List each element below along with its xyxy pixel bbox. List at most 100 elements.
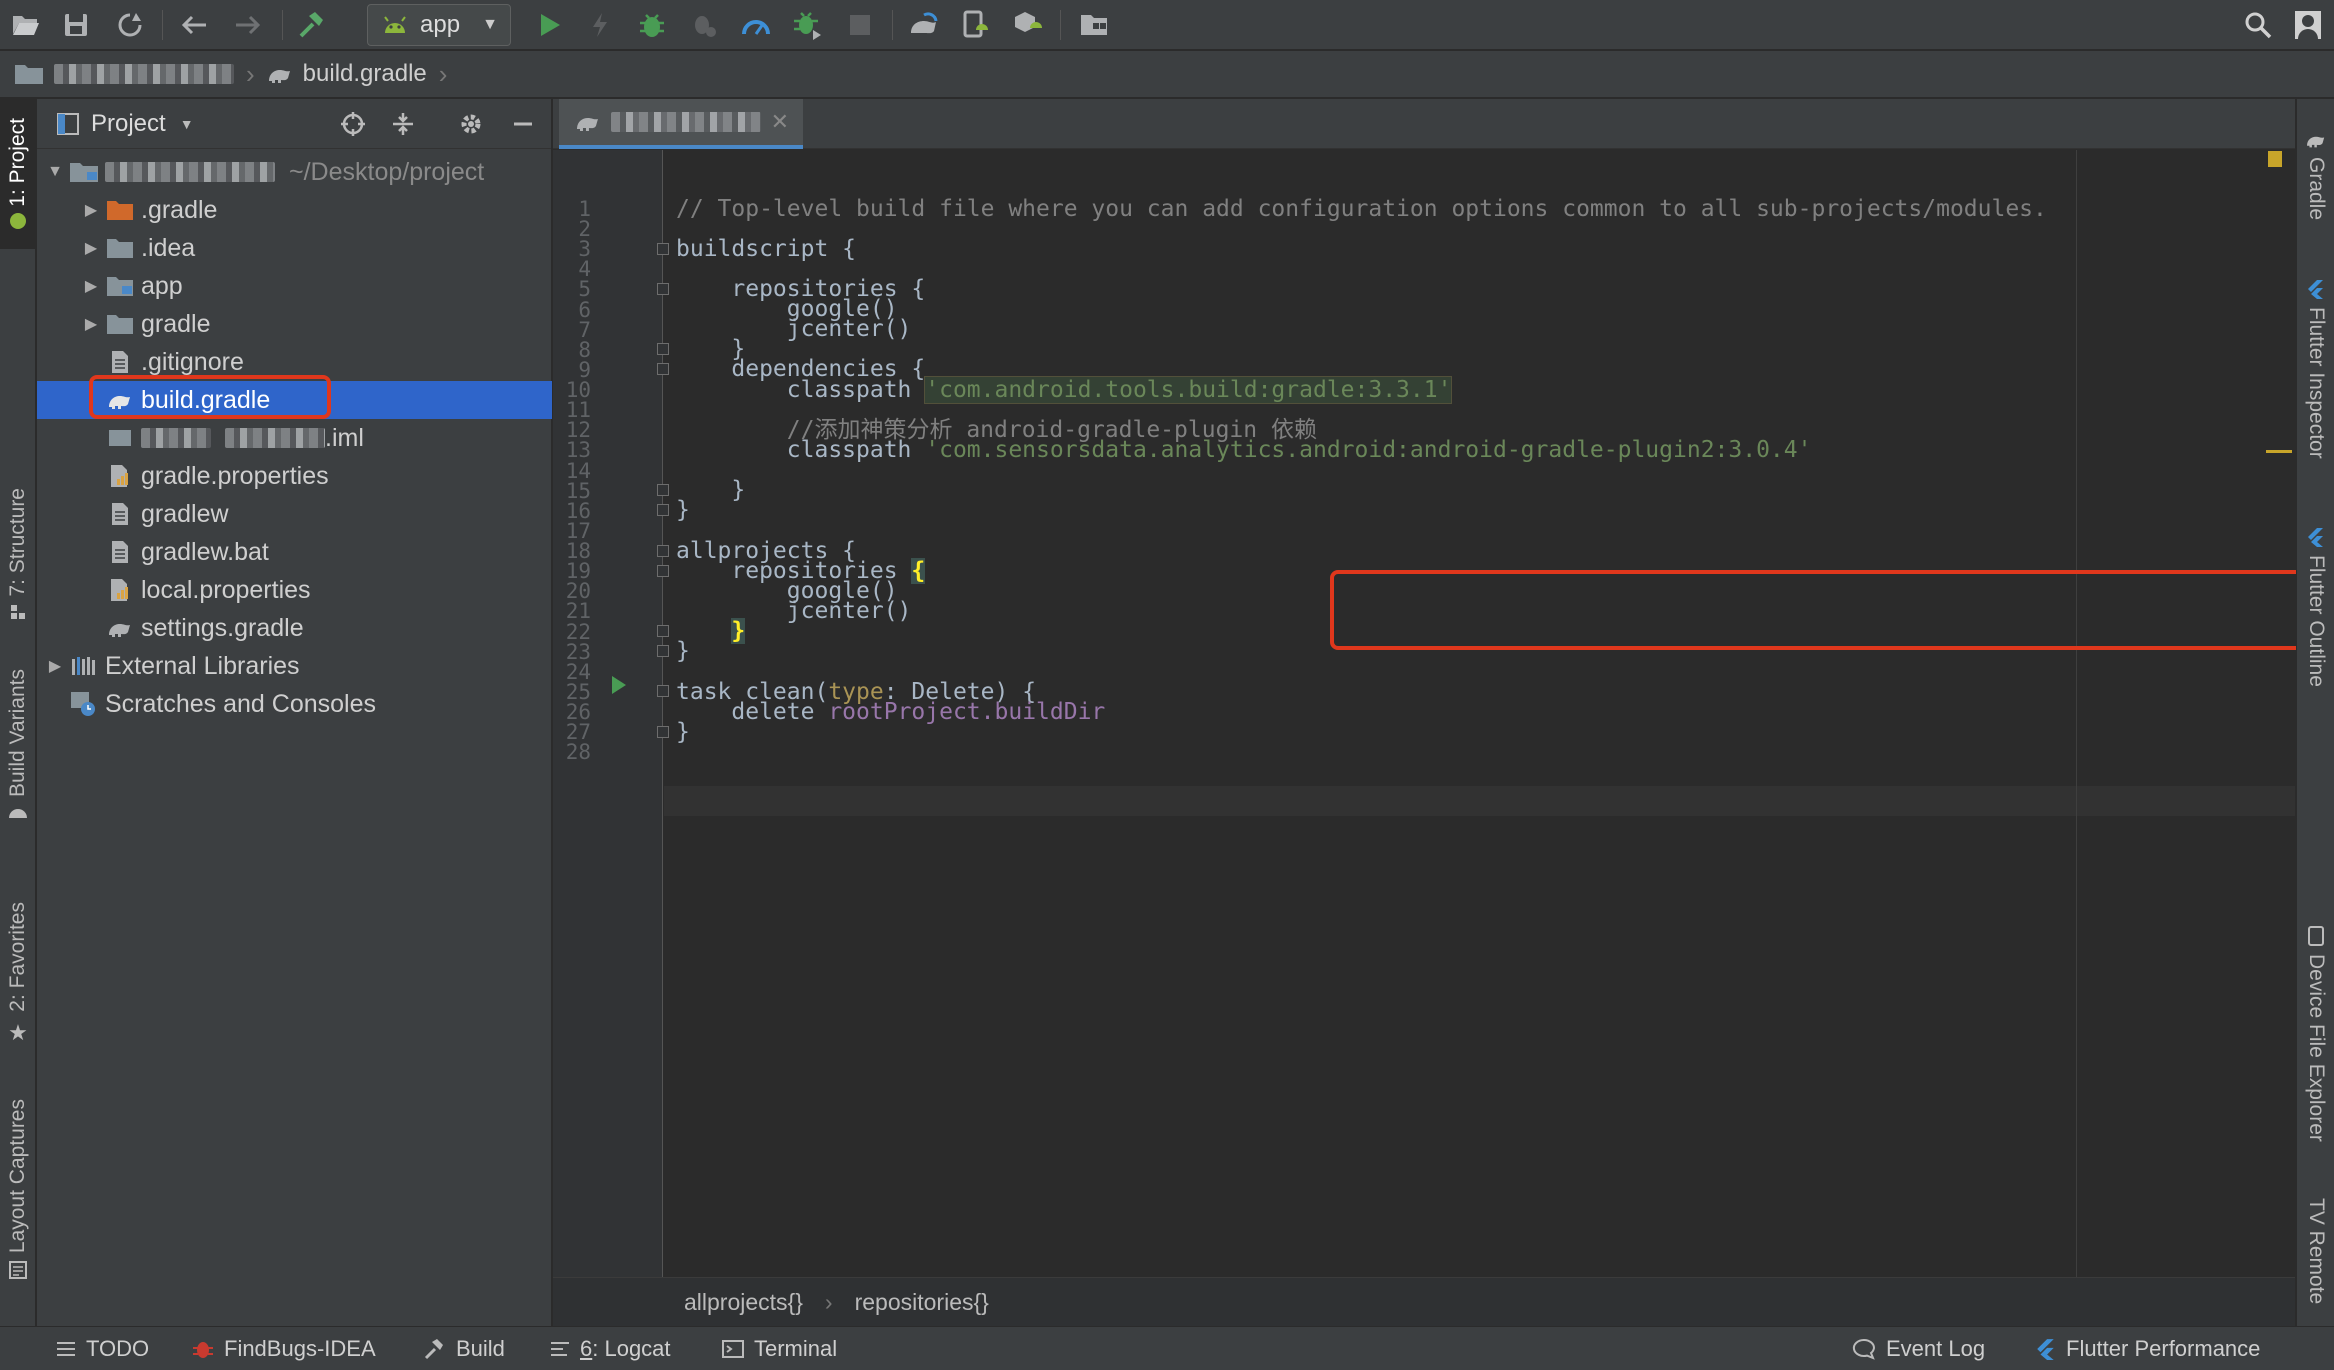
- flutter-icon: [2037, 1339, 2054, 1360]
- editor-crumb[interactable]: allprojects{}: [684, 1289, 803, 1316]
- tool-tab-project[interactable]: 1: Project: [0, 99, 36, 249]
- tree-item-idea[interactable]: ▶ .idea: [37, 229, 552, 267]
- fold-marker[interactable]: [657, 685, 669, 697]
- run-configuration-select[interactable]: app ▼: [367, 4, 511, 46]
- breadcrumb-file-label: build.gradle: [302, 60, 427, 87]
- code-line-26[interactable]: delete rootProject.buildDir: [676, 697, 1105, 727]
- tool-tab-gradle[interactable]: Gradle: [2297, 111, 2334, 241]
- run-icon[interactable]: [530, 5, 570, 45]
- profile-icon[interactable]: [736, 5, 776, 45]
- tree-item-label: gradle.properties: [141, 461, 329, 490]
- open-folder-icon[interactable]: [6, 5, 46, 45]
- gradle-file-icon: [105, 616, 135, 640]
- fold-marker[interactable]: [657, 363, 669, 375]
- run-gutter-icon[interactable]: [612, 676, 626, 694]
- fold-marker[interactable]: [657, 504, 669, 516]
- code-line-13[interactable]: classpath 'com.sensorsdata.analytics.and…: [676, 435, 1812, 465]
- build-hammer-icon[interactable]: [292, 5, 332, 45]
- tool-tab-flutter-inspector[interactable]: Flutter Inspector: [2297, 264, 2334, 474]
- project-panel-title[interactable]: Project: [91, 110, 166, 138]
- stop-icon[interactable]: [840, 5, 880, 45]
- code-line-23[interactable]: }: [676, 636, 690, 666]
- save-icon[interactable]: [56, 5, 96, 45]
- gradle-sync-icon[interactable]: [904, 5, 944, 45]
- debug-icon[interactable]: [632, 5, 672, 45]
- avd-manager-icon[interactable]: [956, 5, 996, 45]
- editor-crumb[interactable]: repositories{}: [855, 1289, 989, 1316]
- attach-debugger-icon[interactable]: [684, 5, 724, 45]
- forward-icon[interactable]: [228, 5, 268, 45]
- tree-item-app[interactable]: ▶ app: [37, 267, 552, 305]
- fold-marker[interactable]: [657, 645, 669, 657]
- status-bar: TODO FindBugs-IDEA Build 6: Logcat Termi…: [0, 1326, 2334, 1370]
- tree-item-label: gradlew: [141, 499, 229, 528]
- code-line-3[interactable]: buildscript {: [676, 234, 856, 264]
- fold-marker[interactable]: [657, 565, 669, 577]
- tree-item-label: Scratches and Consoles: [105, 689, 376, 718]
- tool-tab-favorites[interactable]: 2: Favorites ★: [0, 889, 36, 1059]
- library-icon: [69, 654, 99, 678]
- build-tool-button[interactable]: Build: [424, 1327, 505, 1370]
- minimize-icon[interactable]: [507, 108, 539, 140]
- locate-file-icon[interactable]: [337, 108, 369, 140]
- event-log-tool-button[interactable]: Event Log: [1852, 1327, 1985, 1370]
- close-icon[interactable]: ✕: [771, 109, 789, 135]
- module-folder-icon: [69, 160, 99, 184]
- search-icon[interactable]: [2238, 5, 2278, 45]
- collapse-all-icon[interactable]: [387, 108, 419, 140]
- breadcrumb-file[interactable]: build.gradle: [267, 60, 427, 88]
- todo-tool-button[interactable]: TODO: [56, 1327, 149, 1370]
- code-line-1[interactable]: // Top-level build file where you can ad…: [676, 194, 2047, 224]
- scrollbar-marker[interactable]: [2266, 450, 2292, 453]
- tool-tab-structure[interactable]: 7: Structure: [0, 469, 36, 639]
- project-structure-icon[interactable]: [1074, 5, 1114, 45]
- code-line-16[interactable]: }: [676, 495, 690, 525]
- tool-tab-build-variants[interactable]: Build Variants: [0, 659, 36, 829]
- tree-item-local-properties[interactable]: local.properties: [37, 571, 552, 609]
- tree-item-settings-gradle[interactable]: settings.gradle: [37, 609, 552, 647]
- sync-icon[interactable]: [110, 5, 150, 45]
- flutter-performance-tool-button[interactable]: Flutter Performance: [2036, 1327, 2260, 1370]
- structure-icon: [11, 605, 25, 620]
- tool-tab-device-file-explorer[interactable]: Device File Explorer: [2297, 909, 2334, 1159]
- sdk-manager-icon[interactable]: [1008, 5, 1048, 45]
- apply-changes-icon[interactable]: [580, 5, 620, 45]
- tool-tab-flutter-outline[interactable]: Flutter Outline: [2297, 514, 2334, 699]
- tree-item-external-libraries[interactable]: ▶ External Libraries: [37, 647, 552, 685]
- breadcrumb-project[interactable]: [14, 62, 234, 86]
- tree-root[interactable]: ▼ ~/Desktop/project: [37, 153, 552, 191]
- layout-capture-icon: [9, 1261, 27, 1280]
- tree-item-scratches[interactable]: Scratches and Consoles: [37, 685, 552, 723]
- code-line-27[interactable]: }: [676, 717, 690, 747]
- fold-marker[interactable]: [657, 625, 669, 637]
- tree-item-gradle-properties[interactable]: gradle.properties: [37, 457, 552, 495]
- tree-item-iml[interactable]: .iml: [37, 419, 552, 457]
- tree-item-dot-gradle[interactable]: ▶ .gradle: [37, 191, 552, 229]
- fold-marker[interactable]: [657, 283, 669, 295]
- code-line-10[interactable]: classpath 'com.android.tools.build:gradl…: [676, 375, 1453, 405]
- debug-attach-icon[interactable]: [788, 5, 828, 45]
- user-icon[interactable]: [2288, 5, 2328, 45]
- back-icon[interactable]: [174, 5, 214, 45]
- fold-marker[interactable]: [657, 343, 669, 355]
- logcat-tool-button[interactable]: 6: Logcat: [550, 1327, 671, 1370]
- terminal-tool-button[interactable]: Terminal: [722, 1327, 837, 1370]
- editor-tab-build-gradle[interactable]: ✕: [559, 99, 803, 149]
- findbugs-tool-button[interactable]: FindBugs-IDEA: [192, 1327, 376, 1370]
- tool-tab-layout-captures[interactable]: Layout Captures: [0, 1089, 36, 1289]
- code-editor: ✕ 1 2 3 4 5 6 7 8 9 10 11 12 13 14 15 16 17 18 19 20 21 22 23 2…: [553, 99, 2334, 1326]
- fold-marker[interactable]: [657, 243, 669, 255]
- fold-marker[interactable]: [657, 484, 669, 496]
- gear-icon[interactable]: [455, 108, 487, 140]
- inspection-status-icon[interactable]: [2268, 151, 2282, 167]
- tree-item-gradlew-bat[interactable]: gradlew.bat: [37, 533, 552, 571]
- fold-marker[interactable]: [657, 545, 669, 557]
- fold-marker[interactable]: [657, 726, 669, 738]
- code-token: classpath: [676, 437, 926, 463]
- tool-tab-tv-remote[interactable]: TV Remote: [2297, 1184, 2334, 1319]
- tree-item-label: gradle: [141, 309, 211, 338]
- tree-item-gradle-folder[interactable]: ▶ gradle: [37, 305, 552, 343]
- tree-item-gradlew[interactable]: gradlew: [37, 495, 552, 533]
- chevron-down-icon[interactable]: ▼: [180, 116, 194, 132]
- line-number: 28: [565, 740, 591, 765]
